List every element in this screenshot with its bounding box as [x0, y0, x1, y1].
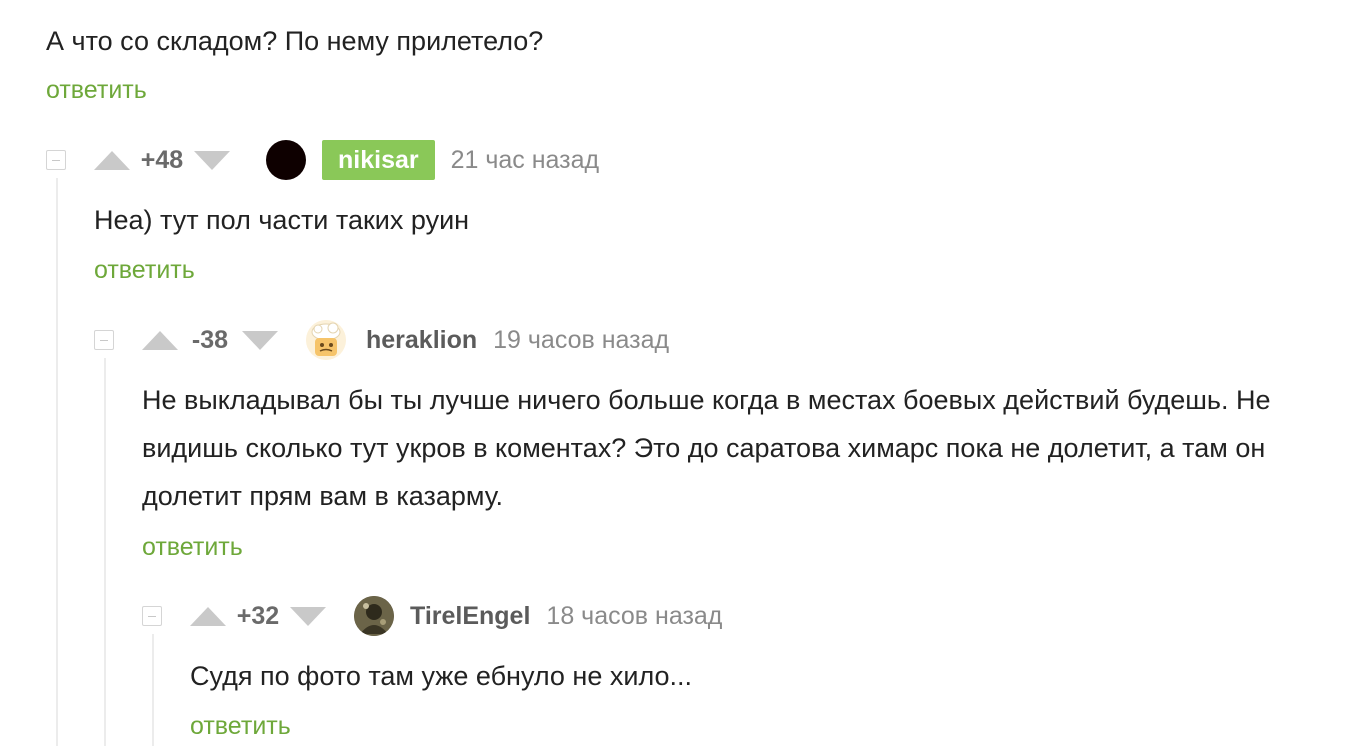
- comment-header: +48 nikisar 21 час назад: [46, 140, 599, 180]
- comment-text: А что со складом? По нему прилетело?: [46, 26, 544, 56]
- comment-timestamp: 21 час назад: [450, 145, 600, 174]
- thread-branch-line[interactable]: [104, 358, 106, 746]
- downvote-icon[interactable]: [194, 150, 230, 170]
- comment-rating: +48: [140, 145, 184, 174]
- comments-thread: А что со складом? По нему прилетело? отв…: [0, 0, 1370, 746]
- comment-rating: -38: [191, 325, 229, 354]
- comment-text: Неа) тут пол части таких руин: [94, 205, 470, 235]
- reply-link[interactable]: ответить: [46, 76, 147, 105]
- reply-link[interactable]: ответить: [142, 533, 243, 562]
- comment-text-line: видишь сколько тут укров в коментах? Это…: [142, 433, 1266, 463]
- username-author-badge[interactable]: nikisar: [322, 140, 435, 180]
- upvote-icon[interactable]: [94, 150, 130, 170]
- collapse-icon[interactable]: [142, 606, 162, 626]
- reply-link[interactable]: ответить: [190, 712, 291, 741]
- thread-branch-line[interactable]: [56, 178, 58, 746]
- downvote-icon[interactable]: [290, 606, 326, 626]
- comment-header: -38 heraklion 19 часов назад: [94, 320, 669, 360]
- comment-timestamp: 18 часов назад: [546, 601, 723, 630]
- avatar-photo-icon: [354, 596, 394, 636]
- comment-text-line: долетит прям вам в казарму.: [142, 481, 504, 511]
- avatar-cartoon-icon: [306, 320, 346, 360]
- collapse-icon[interactable]: [46, 150, 66, 170]
- comment-rating: +32: [236, 601, 280, 630]
- thread-branch-line[interactable]: [152, 634, 154, 746]
- avatar[interactable]: [266, 140, 306, 180]
- comment-header: +32 TirelEngel 18 часов назад: [142, 596, 722, 636]
- username[interactable]: heraklion: [366, 326, 477, 355]
- comment-text: Судя по фото там уже ебнуло не хило...: [190, 661, 693, 691]
- comment-text-line: Не выкладывал бы ты лучше ничего больше …: [142, 385, 1271, 415]
- comment-text: Не выкладывал бы ты лучше ничего больше …: [142, 376, 1271, 520]
- reply-link[interactable]: ответить: [94, 256, 195, 285]
- collapse-icon[interactable]: [94, 330, 114, 350]
- avatar[interactable]: [306, 320, 346, 360]
- downvote-icon[interactable]: [242, 330, 278, 350]
- username[interactable]: TirelEngel: [410, 602, 530, 631]
- comment-timestamp: 19 часов назад: [493, 325, 670, 354]
- avatar[interactable]: [354, 596, 394, 636]
- upvote-icon[interactable]: [190, 606, 226, 626]
- upvote-icon[interactable]: [142, 330, 178, 350]
